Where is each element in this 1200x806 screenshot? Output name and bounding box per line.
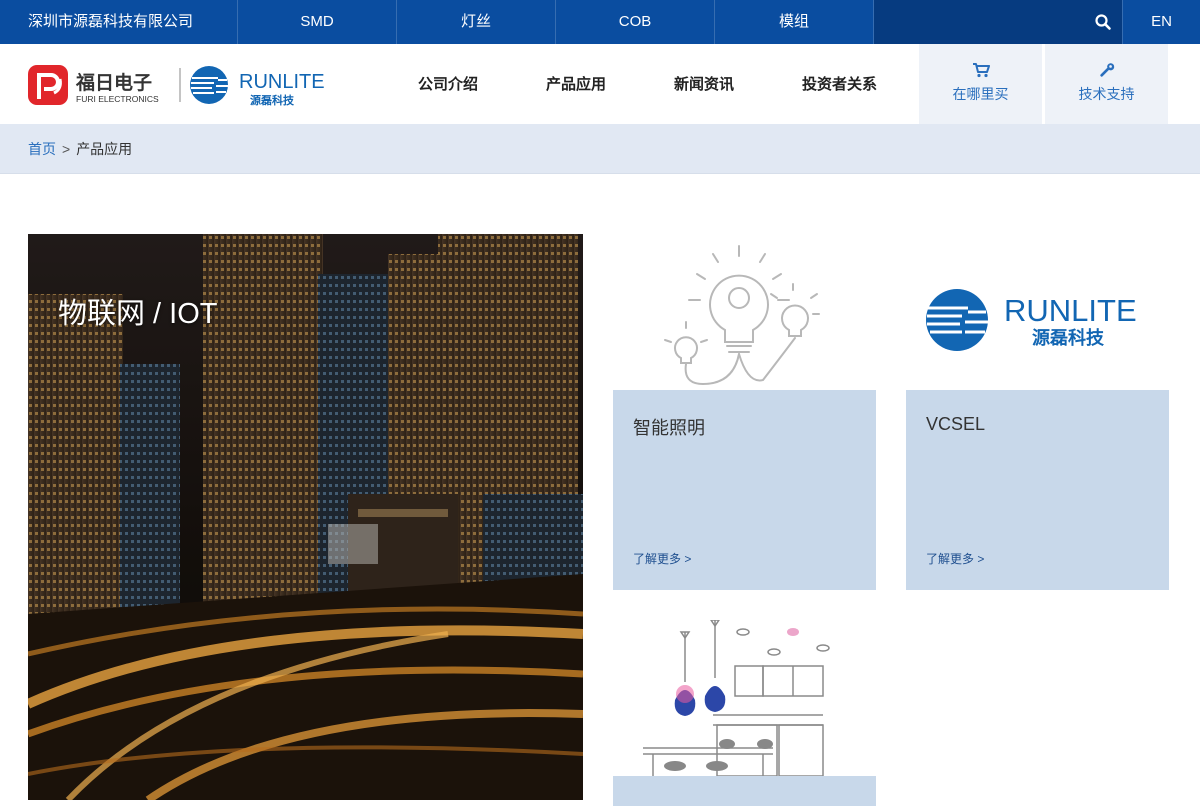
wrench-icon [1099,63,1114,77]
company-name: 深圳市源磊科技有限公司 [0,0,238,44]
search-icon[interactable] [1094,13,1112,31]
svg-text:FURI ELECTRONICS: FURI ELECTRONICS [76,94,159,104]
main-header: 福日电子 FURI ELECTRONICS RUNLITE 源磊科技 公司介绍 … [0,44,1200,124]
vcsel-body: VCSEL 了解更多 > [906,390,1169,590]
nav-investors[interactable]: 投资者关系 [768,44,911,124]
tech-support-label: 技术支持 [1078,86,1135,102]
runlite-logo: RUNLITE 源磊科技 [926,289,1137,351]
where-to-buy-label: 在哪里买 [952,86,1009,102]
vcsel-image: RUNLITE 源磊科技 [906,234,1169,390]
topnav-cob[interactable]: COB [556,0,715,44]
home-lighting-body [613,776,876,806]
company-logo[interactable]: 福日电子 FURI ELECTRONICS RUNLITE 源磊科技 [28,62,338,108]
nav-news[interactable]: 新闻资讯 [640,44,768,124]
breadcrumb-separator: > [62,141,71,157]
nav-applications[interactable]: 产品应用 [512,44,640,124]
topnav-filament[interactable]: 灯丝 [397,0,556,44]
nav-about[interactable]: 公司介绍 [384,44,512,124]
smart-lighting-card[interactable]: 智能照明 了解更多 > [613,234,876,590]
top-bar-search-area [874,0,1122,44]
main-nav: 公司介绍 产品应用 新闻资讯 投资者关系 [384,44,911,124]
svg-text:福日电子: 福日电子 [75,71,152,94]
svg-text:RUNLITE: RUNLITE [1004,293,1137,328]
vcsel-more-link[interactable]: 了解更多 > [926,550,984,567]
home-lighting-card[interactable] [613,619,876,806]
topnav-smd[interactable]: SMD [238,0,397,44]
breadcrumb: 首页 > 产品应用 [0,124,1200,174]
where-to-buy-button[interactable]: 在哪里买 [919,44,1042,124]
pendant-lamps-illustration [643,619,830,777]
iot-card[interactable]: 物联网 / IOT [28,234,583,800]
topnav-module[interactable]: 模组 [715,0,874,44]
breadcrumb-home[interactable]: 首页 [28,141,56,157]
vcsel-card[interactable]: RUNLITE 源磊科技 VCSEL 了解更多 > [906,234,1169,590]
iot-card-title: 物联网 / IOT [58,298,218,330]
smart-lighting-image [613,234,876,390]
smart-lighting-body: 智能照明 了解更多 > [613,390,876,590]
light-bulbs-icon [664,245,820,386]
svg-text:RUNLITE: RUNLITE [239,71,325,93]
top-bar: 深圳市源磊科技有限公司 SMD 灯丝 COB 模组 EN [0,0,1200,44]
language-switch[interactable]: EN [1122,0,1200,44]
home-lighting-image [613,619,876,777]
top-nav: SMD 灯丝 COB 模组 [238,0,874,44]
smart-lighting-more-link[interactable]: 了解更多 > [633,550,691,567]
vcsel-title: VCSEL [926,414,986,434]
cart-icon [972,63,990,78]
svg-text:源磊科技: 源磊科技 [1032,327,1105,349]
svg-text:源磊科技: 源磊科技 [250,93,295,107]
smart-lighting-title: 智能照明 [633,418,705,438]
tech-support-button[interactable]: 技术支持 [1045,44,1168,124]
breadcrumb-current: 产品应用 [76,141,133,157]
